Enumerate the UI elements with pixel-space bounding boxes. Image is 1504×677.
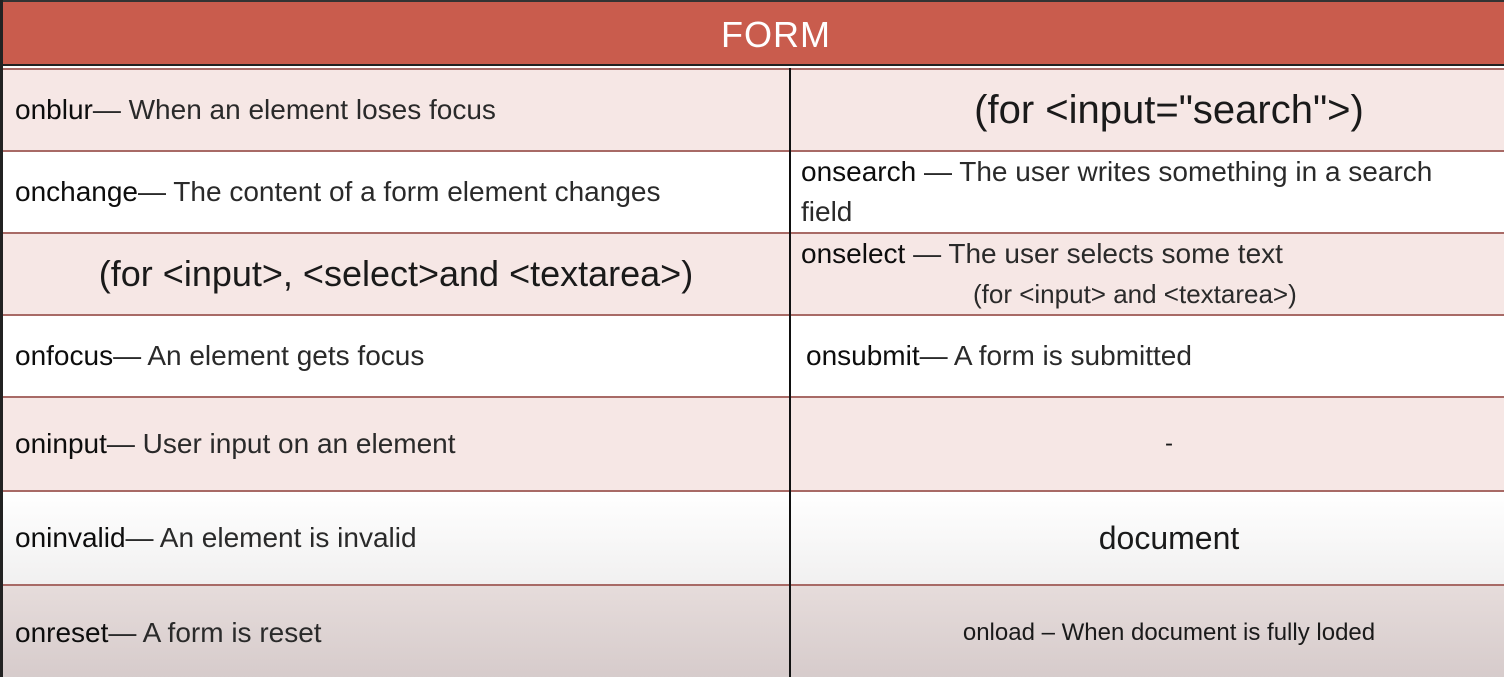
table-row: onchange — The content of a form element…: [3, 150, 1504, 232]
table-row: onfocus — An element gets focus onsubmit…: [3, 314, 1504, 396]
onselect-note: (for <input> and <textarea>): [973, 279, 1297, 309]
event-name: oninvalid: [15, 522, 126, 553]
event-name: onblur: [15, 94, 93, 125]
empty-dash: -: [1165, 430, 1173, 457]
column-divider: [789, 68, 791, 677]
table-row: onreset — A form is reset onload – When …: [3, 584, 1504, 677]
event-desc: — The user selects some text: [905, 238, 1283, 269]
event-name: onfocus: [15, 340, 114, 371]
table-row: (for <input>, <select>and <textarea>) on…: [3, 232, 1504, 314]
table-row: onblur — When an element loses focus (fo…: [3, 68, 1504, 150]
event-desc: — The user writes something in a search: [916, 156, 1433, 187]
event-name: oninput: [15, 428, 107, 459]
onsearch-cell: onsearch — The user writes something in …: [801, 152, 1504, 232]
event-desc: — User input on an element: [106, 428, 456, 459]
table-header: FORM: [3, 0, 1504, 66]
event-desc: — An element is invalid: [125, 522, 417, 553]
input-select-note: (for <input>, <select>and <textarea>): [98, 253, 694, 294]
event-name: onreset: [15, 616, 109, 648]
event-name: onchange: [15, 176, 139, 207]
onload-cell: onload – When document is fully loded: [962, 618, 1376, 646]
header-title: FORM: [721, 14, 831, 55]
event-desc-cont: field: [801, 196, 853, 227]
onchange-cell: onchange — The content of a form element…: [15, 152, 785, 232]
event-name: onselect: [801, 238, 906, 269]
oninput-cell: oninput — User input on an element: [15, 398, 785, 490]
event-desc: — An element gets focus: [113, 340, 425, 371]
event-desc: — A form is reset: [108, 616, 322, 648]
onfocus-cell: onfocus — An element gets focus: [15, 316, 785, 396]
event-desc: — The content of a form element changes: [138, 176, 661, 207]
oninvalid-cell: oninvalid — An element is invalid: [15, 492, 785, 584]
form-events-table: FORM onblur — When an element loses focu…: [0, 0, 1504, 677]
document-heading: document: [1098, 519, 1240, 556]
event-name: onsearch: [801, 156, 917, 187]
table-row: oninput — User input on an element -: [3, 396, 1504, 490]
onsubmit-cell: onsubmit — A form is submitted: [806, 316, 1504, 396]
table-row: oninvalid — An element is invalid docume…: [3, 490, 1504, 584]
onblur-cell: onblur — When an element loses focus: [15, 70, 785, 150]
search-note: (for <input="search">): [974, 87, 1364, 132]
event-desc: — A form is submitted: [919, 340, 1192, 371]
onreset-cell: onreset — A form is reset: [15, 586, 785, 677]
onselect-cell: onselect — The user selects some text (f…: [801, 234, 1504, 314]
event-desc: — When an element loses focus: [92, 94, 496, 125]
event-name: onsubmit: [806, 340, 920, 371]
